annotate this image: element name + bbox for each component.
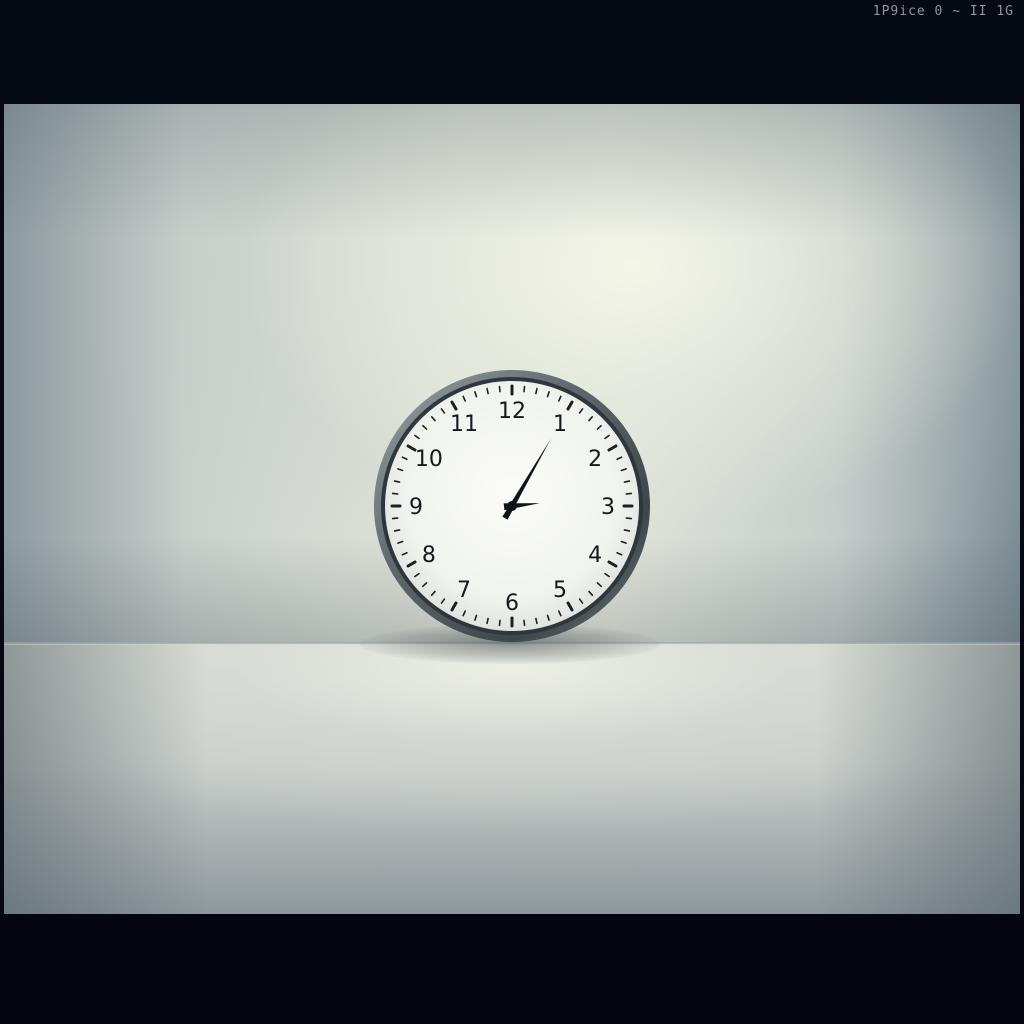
clock-numeral: 9 [409, 495, 423, 520]
minute-tick [498, 619, 501, 627]
minute-tick [486, 617, 489, 625]
minute-tick [625, 517, 633, 520]
clock-numeral: 12 [498, 399, 526, 424]
minute-tick [523, 619, 526, 627]
clock-numeral: 7 [457, 578, 471, 603]
minute-tick [393, 480, 401, 483]
clock-svg: 12 11 10 9 87 6 54 3 21 [374, 370, 650, 642]
clock-numeral: 8 [422, 543, 436, 568]
minute-tick [523, 385, 526, 393]
minute-tick [535, 617, 538, 625]
clock-hub [507, 501, 517, 511]
minute-tick [623, 480, 631, 483]
minute-tick [625, 492, 633, 495]
clock-numeral: 5 [553, 578, 567, 603]
clock-numeral: 1 [553, 412, 567, 437]
minute-tick [535, 387, 538, 395]
minute-tick [498, 385, 501, 393]
clock-numeral: 11 [450, 412, 478, 437]
clock-numeral: 10 [415, 447, 443, 472]
floor-vignette [4, 644, 1020, 914]
photo-frame: 1P9ice 0 ~ II 1G 12 11 10 9 8 7 6 5 4 3 … [0, 0, 1024, 1024]
minute-tick [391, 492, 399, 495]
clock-numeral: 4 [588, 543, 602, 568]
top-readout: 1P9ice 0 ~ II 1G [872, 4, 1014, 19]
minute-tick [486, 387, 489, 395]
top-band: 1P9ice 0 ~ II 1G [0, 0, 1024, 104]
minute-tick [623, 529, 631, 532]
bottom-band [0, 914, 1024, 1024]
clock-numeral: 6 [505, 591, 519, 616]
scene: 12 11 10 9 8 7 6 5 4 3 2 1 [4, 104, 1020, 914]
wall-clock: 12 11 10 9 8 7 6 5 4 3 2 1 [372, 368, 652, 644]
minute-tick [391, 517, 399, 520]
clock-numeral: 3 [601, 495, 615, 520]
minute-tick [393, 529, 401, 532]
clock-numeral: 2 [588, 447, 602, 472]
